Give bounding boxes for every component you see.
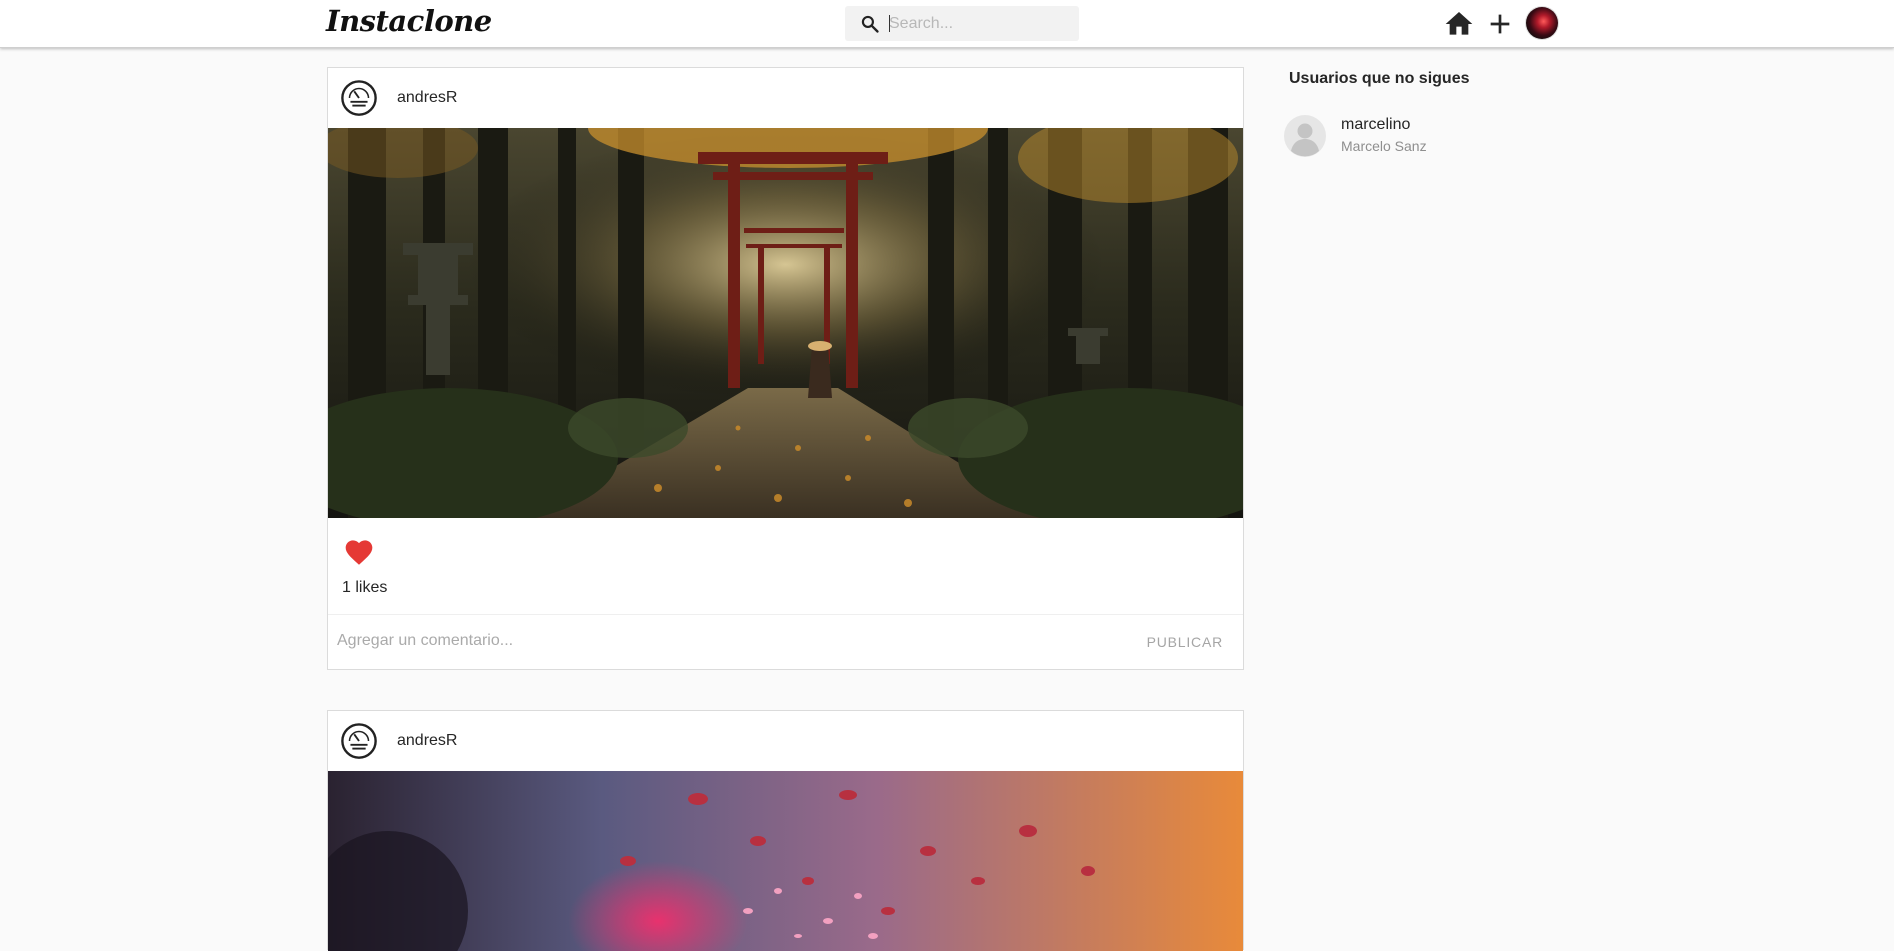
likes-count: 1 likes	[342, 579, 388, 596]
comment-input[interactable]	[337, 627, 1117, 655]
post-username[interactable]: andresR	[397, 732, 457, 750]
forest-torii-gate-photo	[328, 128, 1243, 518]
post-actions: 1 likes	[328, 518, 1243, 614]
publish-button[interactable]: PUBLICAR	[1147, 634, 1223, 650]
suggestions-title: Usuarios que no sigues	[1289, 70, 1470, 87]
app-logo[interactable]: Instaclone	[326, 4, 492, 38]
heart-icon[interactable]	[343, 536, 375, 566]
top-navbar: Instaclone	[0, 0, 1894, 48]
post-card: andresR	[327, 710, 1244, 951]
comment-row: PUBLICAR	[328, 614, 1243, 669]
post-header: andresR	[328, 711, 1243, 771]
suggestion-fullname: Marcelo Sanz	[1341, 138, 1427, 154]
default-avatar-icon[interactable]	[1284, 115, 1326, 157]
speedometer-avatar-icon[interactable]	[340, 722, 378, 760]
suggestion-username[interactable]: marcelino	[1341, 116, 1410, 134]
profile-avatar[interactable]	[1526, 7, 1558, 39]
home-icon[interactable]	[1443, 8, 1475, 40]
search-input[interactable]	[889, 6, 1069, 41]
text-caret	[889, 15, 890, 32]
post-card: andresR	[327, 67, 1244, 670]
search-icon	[861, 15, 879, 33]
post-header: andresR	[328, 68, 1243, 128]
speedometer-avatar-icon[interactable]	[340, 79, 378, 117]
plus-icon[interactable]	[1484, 8, 1516, 40]
suggestion-item[interactable]: marcelino Marcelo Sanz	[1284, 113, 1584, 159]
blurred-petals-photo	[328, 771, 1243, 951]
post-image	[328, 771, 1243, 951]
search-box[interactable]	[845, 6, 1079, 41]
post-image	[328, 128, 1243, 518]
post-username[interactable]: andresR	[397, 89, 457, 107]
